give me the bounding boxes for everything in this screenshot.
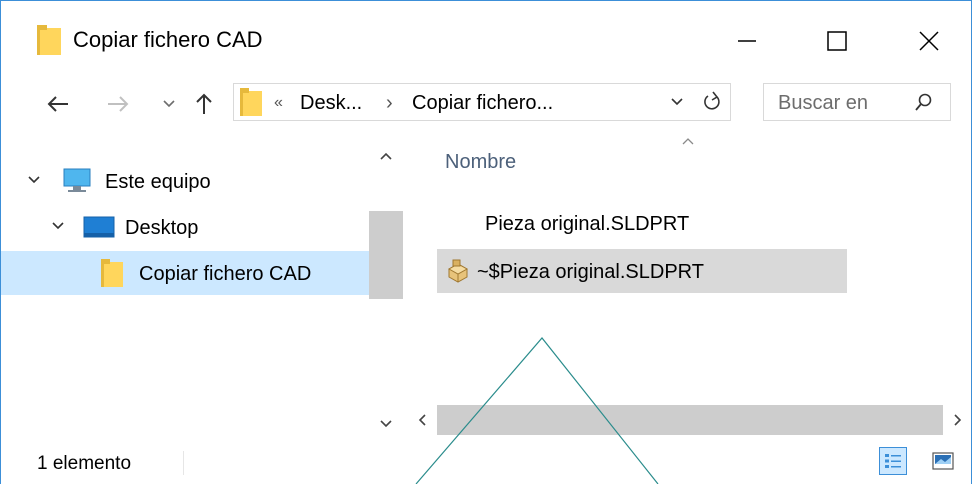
window-title: Copiar fichero CAD xyxy=(73,27,263,52)
search-placeholder: Buscar en xyxy=(778,92,869,114)
file-name: ~$Pieza original.SLDPRT xyxy=(477,261,704,283)
large-icons-view-button[interactable] xyxy=(929,447,957,475)
search-box[interactable]: Buscar en xyxy=(763,83,951,121)
explorer-window: Copiar fichero CAD « Desk... › Copiar fi… xyxy=(0,0,972,484)
scrollbar-thumb[interactable] xyxy=(437,405,943,435)
computer-icon xyxy=(63,168,91,192)
chevron-down-icon[interactable] xyxy=(27,173,41,187)
maximize-icon xyxy=(827,31,847,51)
chevron-down-icon xyxy=(163,100,175,108)
file-list-horizontal-scrollbar[interactable] xyxy=(411,403,973,437)
up-button[interactable] xyxy=(189,89,219,119)
folder-icon xyxy=(101,259,123,287)
arrow-up-icon xyxy=(196,93,212,114)
back-button[interactable] xyxy=(41,89,75,119)
tree-item-desktop[interactable]: Desktop xyxy=(1,205,369,249)
tree-label: Este equipo xyxy=(105,171,211,193)
navigation-pane: Este equipo Desktop Copiar fichero CAD xyxy=(1,129,411,441)
address-separator[interactable]: › xyxy=(386,92,393,115)
address-segment-current[interactable]: Copiar fichero... xyxy=(412,92,553,115)
address-bar[interactable]: « Desk... › Copiar fichero... xyxy=(233,83,731,121)
tree-label: Desktop xyxy=(125,217,199,239)
file-name: Pieza original.SLDPRT xyxy=(485,213,690,235)
column-header-nombre[interactable]: Nombre xyxy=(445,151,516,174)
status-bar: 1 elemento xyxy=(1,441,971,485)
status-divider xyxy=(183,451,184,475)
chevron-down-icon[interactable] xyxy=(51,219,65,233)
scrollbar-thumb[interactable] xyxy=(369,211,403,299)
solidworks-part-icon xyxy=(447,259,469,283)
tree-item-copiar-fichero-cad[interactable]: Copiar fichero CAD xyxy=(1,251,369,295)
address-overflow[interactable]: « xyxy=(274,94,283,112)
scroll-right-icon[interactable] xyxy=(953,413,963,427)
folder-icon xyxy=(37,25,61,55)
close-icon xyxy=(919,31,939,51)
folder-icon xyxy=(240,88,262,116)
forward-button[interactable] xyxy=(101,89,135,119)
chevron-down-icon[interactable] xyxy=(670,97,684,107)
title-bar: Copiar fichero CAD xyxy=(1,1,971,79)
navigation-bar: « Desk... › Copiar fichero... Buscar en xyxy=(1,79,971,129)
address-segment-desktop[interactable]: Desk... xyxy=(300,92,362,115)
file-list: Nombre Pieza original.SLDPRT ~$Pieza ori… xyxy=(411,129,973,441)
recent-locations-button[interactable] xyxy=(157,89,181,119)
tree-label: Copiar fichero CAD xyxy=(139,263,312,285)
close-button[interactable] xyxy=(899,19,959,63)
sort-ascending-icon xyxy=(682,138,694,145)
search-icon[interactable] xyxy=(914,92,934,112)
arrow-right-icon xyxy=(108,96,129,112)
refresh-icon[interactable] xyxy=(702,91,722,113)
minimize-button[interactable] xyxy=(717,19,777,63)
maximize-button[interactable] xyxy=(807,19,867,63)
desktop-icon xyxy=(83,216,115,238)
scroll-left-icon[interactable] xyxy=(417,413,427,427)
scroll-up-icon[interactable] xyxy=(379,151,393,161)
navigation-pane-scrollbar[interactable] xyxy=(369,129,403,441)
list-item[interactable]: Pieza original.SLDPRT xyxy=(437,201,847,245)
large-icons-view-icon xyxy=(932,452,954,470)
scroll-down-icon[interactable] xyxy=(379,419,393,429)
arrow-left-icon xyxy=(47,96,68,112)
item-count: 1 elemento xyxy=(37,453,132,474)
details-view-button[interactable] xyxy=(879,447,907,475)
tree-item-este-equipo[interactable]: Este equipo xyxy=(1,159,369,203)
details-view-icon xyxy=(885,454,901,468)
minimize-icon xyxy=(738,40,756,42)
list-item[interactable]: ~$Pieza original.SLDPRT xyxy=(437,249,847,293)
